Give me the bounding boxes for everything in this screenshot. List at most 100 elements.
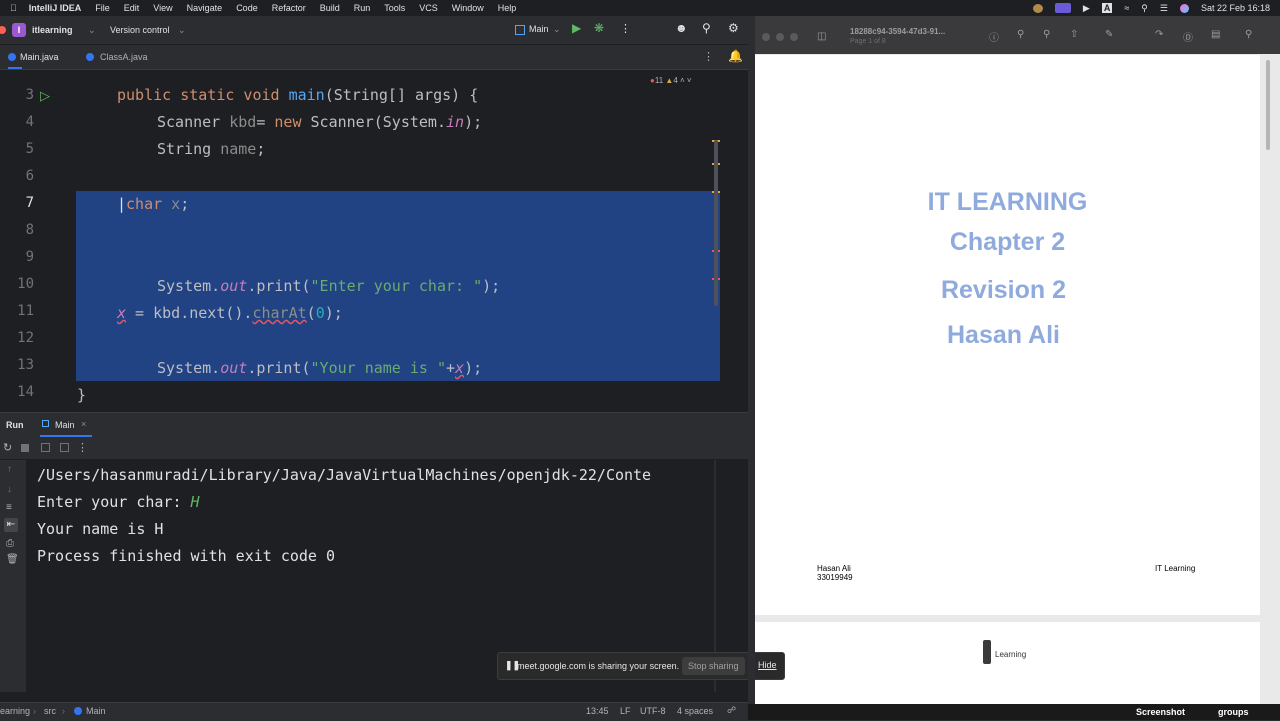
lock-icon[interactable]: ☍ <box>727 705 736 716</box>
indent-setting[interactable]: 4 spaces <box>677 706 713 716</box>
apple-icon[interactable]:  <box>10 3 17 13</box>
settings-gear-icon[interactable]: ⚙ <box>728 21 739 35</box>
search-icon[interactable]: ⚲ <box>1245 29 1252 40</box>
line-number: 8 <box>25 222 34 238</box>
run-main-gutter-icon[interactable]: ▷ <box>40 88 50 104</box>
clock[interactable]: Sat 22 Feb 16:18 <box>1201 3 1270 13</box>
soft-wrap-icon[interactable]: ≡ <box>6 502 12 513</box>
menu-navigate[interactable]: Navigate <box>187 3 223 13</box>
zoom-in-icon[interactable]: ⚲ <box>1043 29 1050 40</box>
editor-scrollbar[interactable] <box>714 140 718 306</box>
menu-run[interactable]: Run <box>354 3 371 13</box>
share-icon[interactable]: ⇧ <box>1070 29 1078 40</box>
rotate-icon[interactable]: ↷ <box>1155 29 1163 40</box>
status-bar: earning › src › Main 13:45 LF UTF-8 4 sp… <box>0 702 748 721</box>
line-separator[interactable]: LF <box>620 706 631 716</box>
menu-edit[interactable]: Edit <box>124 3 140 13</box>
file-encoding[interactable]: UTF-8 <box>640 706 666 716</box>
menu-window[interactable]: Window <box>452 3 484 13</box>
zoom-out-icon[interactable]: ⚲ <box>1017 29 1024 40</box>
siri-icon[interactable] <box>1179 3 1189 13</box>
stop-sharing-button[interactable]: Stop sharing <box>682 657 745 675</box>
line-number: 14 <box>17 384 34 400</box>
form-icon[interactable]: ▤ <box>1211 29 1220 40</box>
markup-icon[interactable]: ✎ <box>1105 29 1113 40</box>
desktop-item-screenshot[interactable]: Screenshot <box>1136 707 1185 717</box>
rerun-icon[interactable]: ↻ <box>3 441 12 454</box>
ide-titlebar: I itlearning ⌄ Version control ⌄ Main ⌄ … <box>0 16 748 45</box>
arrow-up-icon[interactable]: ↑ <box>7 464 12 475</box>
control-center-icon[interactable]: ☰ <box>1160 3 1168 14</box>
scroll-to-end-icon[interactable]: ⇤ <box>4 518 18 532</box>
layout-icon[interactable] <box>60 443 69 452</box>
highlight-icon[interactable]: Ⓓ <box>1183 29 1193 44</box>
chevron-up-icon[interactable]: ˄ <box>680 76 685 85</box>
project-badge: I <box>12 23 26 37</box>
menu-help[interactable]: Help <box>498 3 517 13</box>
menu-build[interactable]: Build <box>320 3 340 13</box>
tab-label: Main.java <box>20 52 59 62</box>
inspection-widget[interactable]: ●11 ▲4 ˄ ˅ <box>650 76 692 85</box>
run-config-icon <box>42 420 49 427</box>
zoom-window-icon[interactable] <box>790 33 798 41</box>
macos-menubar:  IntelliJ IDEA File Edit View Navigate … <box>0 0 1280 16</box>
add-user-icon[interactable]: ☻ <box>675 21 688 35</box>
wifi-icon[interactable]: ≈ <box>1124 3 1129 13</box>
code-line-10: System.out.print("Enter your char: "); <box>157 277 501 295</box>
code-line-4: Scanner kbd= new Scanner(System.in); <box>157 113 483 131</box>
close-icon[interactable]: × <box>81 419 86 429</box>
menu-tools[interactable]: Tools <box>384 3 405 13</box>
it-learning-logo-icon <box>983 640 991 664</box>
desktop-item-groups[interactable]: groups <box>1218 707 1249 717</box>
tab-main-java[interactable]: Main.java <box>8 45 59 69</box>
menu-file[interactable]: File <box>95 3 110 13</box>
tab-classa-java[interactable]: ClassA.java <box>86 45 156 69</box>
preview-window: ◫ 18288c94-3594-47d3-91... Page 1 of 8 ⓘ… <box>755 16 1280 704</box>
minimize-window-icon[interactable] <box>776 33 784 41</box>
run-icon[interactable]: ▶ <box>572 21 581 35</box>
run-tab-label: Main <box>55 420 75 430</box>
more-icon[interactable]: ⋮ <box>77 441 88 454</box>
menu-refactor[interactable]: Refactor <box>272 3 306 13</box>
status-icon[interactable] <box>1032 3 1043 13</box>
footer-id: 33019949 <box>817 573 853 582</box>
play-icon[interactable]: ▶ <box>1083 3 1090 14</box>
trash-icon[interactable]: 🗑 <box>6 554 19 565</box>
breadcrumb-src[interactable]: src <box>44 706 56 716</box>
close-window-icon[interactable] <box>762 33 770 41</box>
stop-icon[interactable] <box>21 444 29 452</box>
project-selector[interactable]: itlearning <box>32 25 73 35</box>
hide-button[interactable]: Hide <box>758 660 777 670</box>
close-window-icon[interactable] <box>0 26 6 34</box>
run-tab-main[interactable]: Main × <box>40 413 92 437</box>
code-editor[interactable]: ●11 ▲4 ˄ ˅ 3 4 5 6 7 8 9 10 11 12 13 14 … <box>0 70 720 410</box>
console-line: /Users/hasanmuradi/Library/Java/JavaVirt… <box>37 466 652 484</box>
breadcrumb-main[interactable]: Main <box>86 706 106 716</box>
more-actions-icon[interactable]: ⋮ <box>620 22 631 35</box>
cursor-position[interactable]: 13:45 <box>586 706 609 716</box>
meet-icon[interactable] <box>1054 3 1071 13</box>
breadcrumb-project[interactable]: earning <box>0 706 30 716</box>
info-icon[interactable]: ⓘ <box>989 29 999 44</box>
java-class-icon <box>74 707 82 715</box>
menu-vcs[interactable]: VCS <box>419 3 438 13</box>
arrow-down-icon[interactable]: ↓ <box>7 484 12 495</box>
menu-view[interactable]: View <box>153 3 172 13</box>
menu-code[interactable]: Code <box>236 3 258 13</box>
app-menu[interactable]: IntelliJ IDEA <box>29 3 82 13</box>
vcs-selector[interactable]: Version control <box>110 25 170 35</box>
document-heading: Revision 2 <box>940 276 1067 304</box>
print-icon[interactable]: ⎙ <box>6 538 14 549</box>
run-config-selector[interactable]: Main <box>529 24 549 34</box>
debug-icon[interactable]: ❋ <box>594 21 604 35</box>
chevron-down-icon[interactable]: ˅ <box>687 76 692 85</box>
search-icon[interactable]: ⚲ <box>1141 3 1148 14</box>
line-number: 11 <box>17 303 34 319</box>
notifications-bell-icon[interactable]: 🔔 <box>728 49 743 63</box>
search-icon[interactable]: ⚲ <box>702 21 711 35</box>
camera-icon[interactable] <box>41 443 50 452</box>
tab-options-icon[interactable]: ⋮ <box>703 50 714 63</box>
a-icon[interactable]: A <box>1101 3 1113 13</box>
preview-scrollbar[interactable] <box>1266 60 1270 150</box>
sidebar-toggle-icon[interactable]: ◫ <box>817 31 826 42</box>
